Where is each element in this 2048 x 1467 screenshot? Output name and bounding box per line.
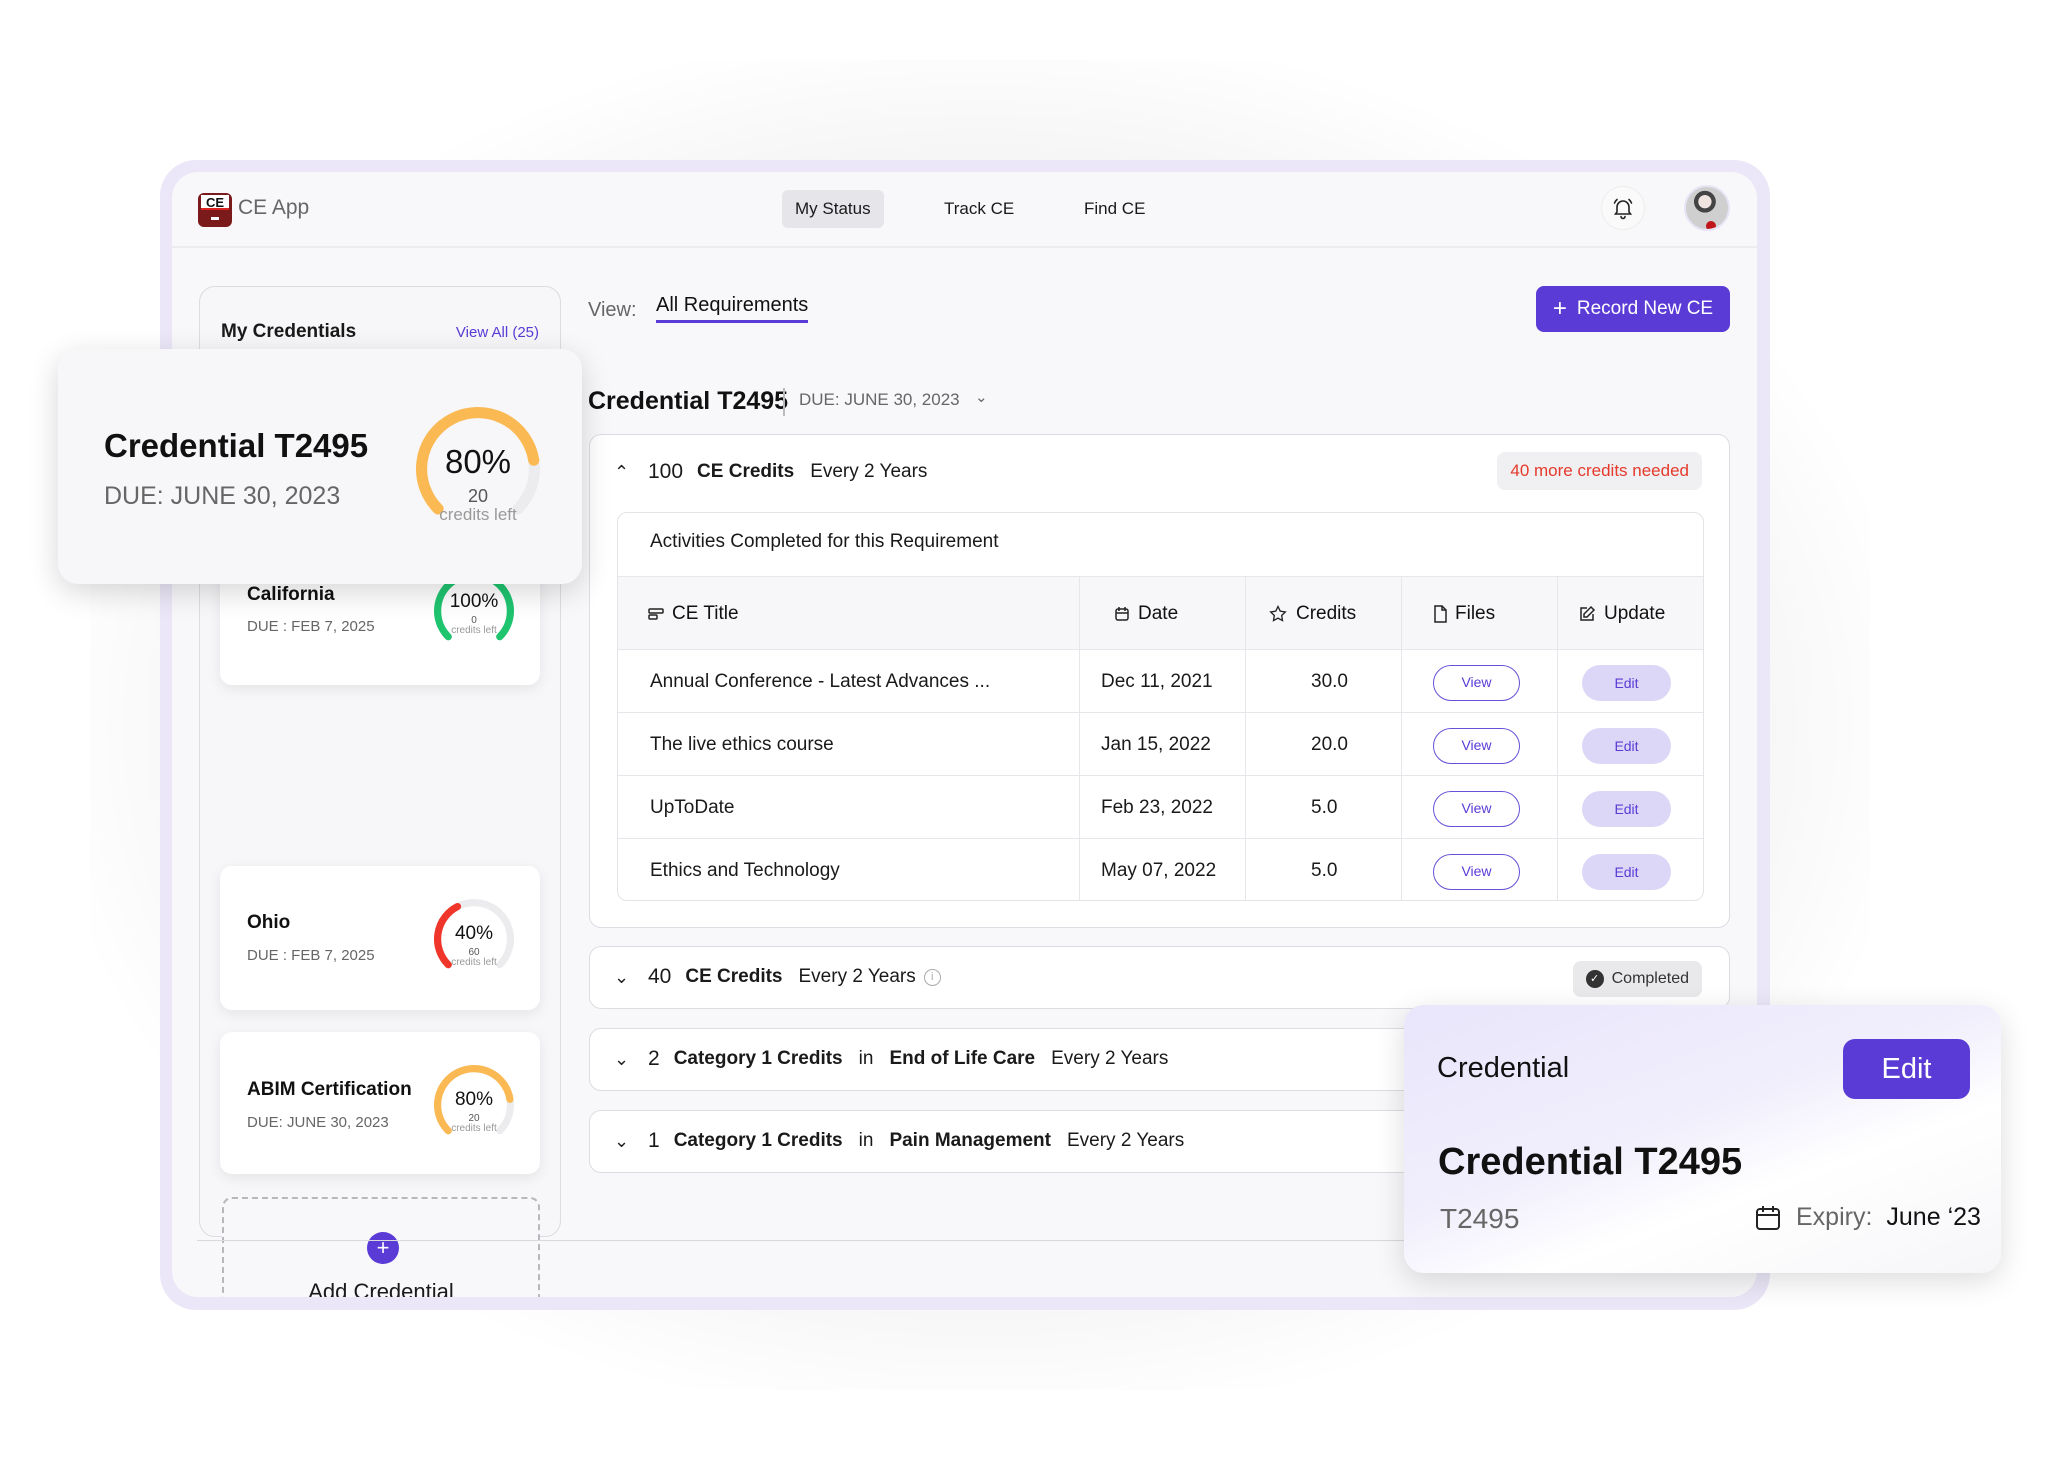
view-all-link[interactable]: View All (25)	[456, 324, 539, 341]
ce-title: Annual Conference - Latest Advances ...	[650, 670, 991, 692]
featured-credential-card[interactable]: Credential T2495 DUE: JUNE 30, 2023 80% …	[58, 349, 582, 584]
credential-due: DUE: JUNE 30, 2023	[104, 482, 341, 510]
user-avatar[interactable]	[1684, 185, 1730, 231]
ce-date: May 07, 2022	[1101, 859, 1217, 881]
ce-credits: 20.0	[1311, 733, 1348, 755]
ce-credits: 30.0	[1311, 670, 1348, 692]
edit-activity-button[interactable]: Edit	[1582, 728, 1671, 764]
calendar-icon	[1115, 607, 1129, 621]
credential-name: Ohio	[247, 912, 291, 933]
requirement-header[interactable]: ⌄ 40 CE Credits Every 2 Years i	[614, 965, 941, 989]
column-credits[interactable]: Credits	[1268, 577, 1356, 651]
record-new-ce-button[interactable]: + Record New CE	[1536, 286, 1730, 332]
ce-credits: 5.0	[1311, 859, 1338, 881]
requirement-header[interactable]: ⌃ 100 CE Credits Every 2 Years	[614, 460, 943, 484]
ce-title: UpToDate	[650, 796, 735, 818]
table-row: Ethics and Technology May 07, 2022 5.0 V…	[618, 839, 1703, 900]
add-credential-button[interactable]: + Add Credential	[222, 1197, 540, 1297]
chevron-down-icon[interactable]: ⌄	[614, 1131, 648, 1152]
progress-gauge: 80% 20 credits left	[416, 407, 540, 531]
edit-icon	[1580, 605, 1596, 621]
check-circle-icon: ✓	[1585, 970, 1604, 988]
credential-detail-card: Credential Edit Credential T2495 T2495 E…	[1404, 1005, 2001, 1273]
requirement-panel[interactable]: ⌄ 40 CE Credits Every 2 Years i ✓ Comple…	[589, 946, 1730, 1009]
requirement-header[interactable]: ⌄ 1 Category 1 Credits in Pain Managemen…	[614, 1129, 1184, 1153]
credential-due: DUE: JUNE 30, 2023	[247, 1114, 389, 1131]
credential-name: California	[247, 584, 335, 605]
credential-id: T2495	[1440, 1203, 1520, 1234]
requirement-header[interactable]: ⌄ 2 Category 1 Credits in End of Life Ca…	[614, 1047, 1168, 1071]
credential-card-abim[interactable]: ABIM Certification DUE: JUNE 30, 2023 80…	[220, 1032, 540, 1174]
ce-title: The live ethics course	[650, 733, 834, 755]
credential-card-ohio[interactable]: Ohio DUE : FEB 7, 2025 40% 60 credits le…	[220, 866, 540, 1010]
app-logo-icon[interactable]: CE	[198, 193, 232, 227]
progress-gauge: 80% 20 credits left	[434, 1065, 514, 1145]
view-file-button[interactable]: View	[1433, 728, 1520, 764]
ce-credits: 5.0	[1311, 796, 1338, 818]
plus-icon: +	[367, 1232, 399, 1264]
credential-name: Credential T2495	[104, 427, 369, 464]
credential-due-date: DUE: JUNE 30, 2023	[799, 390, 960, 409]
column-update[interactable]: Update	[1578, 577, 1665, 651]
activities-table: Activities Completed for this Requiremen…	[617, 512, 1704, 901]
edit-credential-button[interactable]: Edit	[1843, 1039, 1970, 1099]
column-date[interactable]: Date	[1114, 577, 1178, 651]
column-ce-title[interactable]: CE Title	[648, 577, 739, 651]
app-name: CE App	[238, 196, 310, 219]
view-file-button[interactable]: View	[1433, 854, 1520, 890]
divider	[783, 388, 785, 416]
credential-title: Credential T2495	[1438, 1141, 1743, 1183]
expiry: Expiry: June ‘23	[1754, 1203, 1981, 1232]
ce-title: Ethics and Technology	[650, 859, 840, 881]
edit-activity-button[interactable]: Edit	[1582, 665, 1671, 701]
file-icon	[1434, 605, 1447, 623]
info-icon[interactable]: i	[923, 968, 941, 986]
credits-needed-badge: 40 more credits needed	[1497, 452, 1702, 490]
top-bar: CE CE App My Status Track CE Find CE	[172, 172, 1757, 248]
star-icon	[1269, 604, 1287, 622]
requirement-panel: ⌃ 100 CE Credits Every 2 Years 40 more c…	[589, 434, 1730, 928]
column-files[interactable]: Files	[1433, 577, 1495, 651]
chevron-up-icon[interactable]: ⌃	[614, 462, 648, 483]
view-file-button[interactable]: View	[1433, 665, 1520, 701]
progress-gauge: 40% 60 credits left	[434, 899, 514, 979]
view-label: View:	[588, 299, 637, 321]
credential-title: Credential T2495	[588, 387, 789, 415]
edit-activity-button[interactable]: Edit	[1582, 791, 1671, 827]
ce-date: Feb 23, 2022	[1101, 796, 1213, 818]
chevron-down-icon[interactable]: ⌄	[614, 967, 648, 988]
credential-due: DUE : FEB 7, 2025	[247, 618, 375, 635]
nav-find-ce[interactable]: Find CE	[1071, 190, 1158, 228]
completed-badge: ✓ Completed	[1572, 961, 1702, 997]
table-header: CE Title Date Credits Files Update	[618, 576, 1703, 650]
nav-track-ce[interactable]: Track CE	[931, 190, 1027, 228]
notifications-button[interactable]	[1601, 186, 1645, 230]
view-file-button[interactable]: View	[1433, 791, 1520, 827]
add-credential-label: Add Credential	[308, 1279, 454, 1297]
table-row: Annual Conference - Latest Advances ... …	[618, 650, 1703, 713]
card-label: Credential	[1437, 1052, 1570, 1084]
table-title: Activities Completed for this Requiremen…	[650, 531, 999, 552]
bell-icon	[1613, 198, 1633, 220]
chevron-down-icon[interactable]: ⌄	[975, 388, 988, 406]
nav-my-status[interactable]: My Status	[782, 190, 884, 228]
table-row: The live ethics course Jan 15, 2022 20.0…	[618, 713, 1703, 776]
ce-date: Dec 11, 2021	[1101, 670, 1213, 692]
sidebar-title: My Credentials	[221, 321, 357, 342]
view-selector[interactable]: All Requirements	[656, 294, 809, 323]
credential-due: DUE : FEB 7, 2025	[247, 947, 375, 964]
edit-activity-button[interactable]: Edit	[1582, 854, 1671, 890]
chevron-down-icon[interactable]: ⌄	[614, 1049, 648, 1070]
plus-icon: +	[1552, 295, 1567, 322]
table-row: UpToDate Feb 23, 2022 5.0 View Edit	[618, 776, 1703, 839]
credential-name: ABIM Certification	[247, 1079, 412, 1100]
ce-date: Jan 15, 2022	[1101, 733, 1211, 755]
list-icon	[648, 608, 664, 620]
calendar-icon	[1756, 1205, 1780, 1230]
